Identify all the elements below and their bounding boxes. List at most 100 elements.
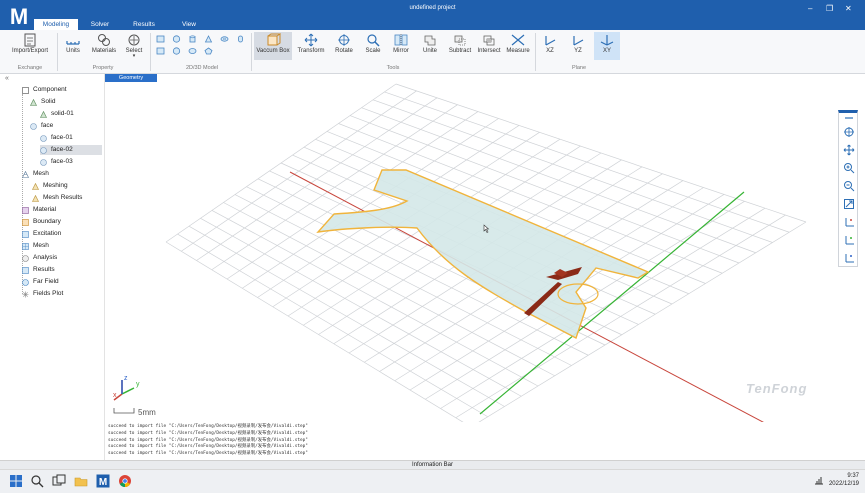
component-icon [22, 86, 29, 94]
close-icon[interactable]: ✕ [845, 4, 852, 14]
measure-button[interactable]: Measure [504, 32, 532, 60]
subtract-button[interactable]: Subtract [446, 32, 474, 60]
torus-shape-icon[interactable] [220, 35, 229, 43]
materials-button[interactable]: Materials [88, 32, 120, 60]
fit-view-icon[interactable] [843, 198, 855, 210]
group-tools-label: Tools [386, 65, 400, 71]
tree-item-mesh[interactable]: Mesh [22, 241, 49, 251]
tree-item-component[interactable]: Component [22, 85, 67, 95]
pan-icon[interactable] [843, 144, 855, 156]
tree-item-far-field[interactable]: Far Field [22, 277, 59, 287]
mirror-button[interactable]: Mirror [388, 32, 414, 60]
view-xz-icon[interactable] [843, 216, 855, 228]
tab-results[interactable]: Results [126, 19, 162, 30]
face-icon [40, 134, 47, 142]
tree-item-boundary[interactable]: Boundary [22, 217, 61, 227]
tree-label: Results [33, 266, 55, 273]
task-view-icon[interactable] [52, 474, 66, 488]
app-m-icon[interactable]: M [96, 474, 110, 488]
tree-label: Mesh Results [43, 194, 83, 201]
chrome-icon[interactable] [118, 474, 132, 488]
collapse-panel-icon[interactable]: « [5, 75, 9, 82]
solid-icon [40, 110, 47, 118]
tree-item-excitation[interactable]: Excitation [22, 229, 61, 239]
select-button[interactable]: Select ▾ [122, 32, 146, 60]
zoom-out-icon[interactable] [843, 180, 855, 192]
cone-shape-icon[interactable] [204, 35, 213, 43]
yz-axes-icon [573, 36, 584, 46]
capsule-shape-icon[interactable] [236, 35, 245, 43]
minimize-icon[interactable]: – [808, 4, 812, 14]
tree-item-solid-01[interactable]: solid-01 [40, 109, 74, 119]
far-field-icon [22, 278, 29, 286]
tree-label: face-01 [51, 134, 73, 141]
circle-shape-icon[interactable] [172, 47, 181, 55]
group-property-label: Property [92, 65, 114, 71]
scene-canvas[interactable]: x y z [106, 82, 856, 422]
rotate-view-icon[interactable] [843, 126, 855, 138]
ellipse-shape-icon[interactable] [188, 47, 197, 55]
scale-button[interactable]: Scale [360, 32, 386, 60]
tree-item-material[interactable]: Material [22, 205, 56, 215]
tab-view[interactable]: View [172, 19, 206, 30]
information-bar[interactable]: Information Bar [0, 460, 865, 469]
tab-geometry[interactable]: Geometry [105, 74, 157, 82]
svg-text:M: M [99, 477, 107, 488]
tree-item-face-01[interactable]: face-01 [40, 133, 102, 143]
tree-item-solid[interactable]: Solid [30, 97, 55, 107]
units-label: Units [66, 48, 80, 54]
rotate-button[interactable]: Rotate [330, 32, 358, 60]
plane-yz-button[interactable]: YZ [566, 32, 590, 60]
tree-item-analysis[interactable]: Analysis [22, 253, 57, 263]
transform-button[interactable]: Transform [294, 32, 328, 60]
tab-solver[interactable]: Solver [82, 19, 118, 30]
select-icon [128, 34, 140, 46]
import-export-button[interactable]: Import/Export [6, 32, 54, 60]
tree-item-mesh-group[interactable]: Mesh [22, 169, 49, 179]
tree-label: solid-01 [51, 110, 74, 117]
plane-xz-button[interactable]: XZ [538, 32, 562, 60]
unite-label: Unite [422, 48, 437, 54]
restore-icon[interactable]: ❐ [826, 4, 833, 14]
view-xy-icon[interactable] [843, 252, 855, 264]
file-explorer-icon[interactable] [74, 474, 88, 488]
intersect-button[interactable]: Intersect [474, 32, 504, 60]
tree-item-face-03[interactable]: face-03 [40, 157, 102, 167]
tree-item-meshing[interactable]: Meshing [32, 181, 68, 191]
tree-label: face-02 [51, 146, 73, 153]
system-clock[interactable]: 9:37 2022/12/19 [829, 472, 859, 488]
tree-label: Component [33, 86, 67, 93]
intersect-icon [483, 35, 495, 46]
plane-xy-label: XY [602, 48, 611, 54]
cylinder-shape-icon[interactable] [188, 35, 197, 43]
network-icon[interactable] [814, 475, 824, 485]
z-axis-label: z [124, 375, 128, 382]
windows-icon[interactable] [9, 474, 23, 488]
app-logo[interactable]: M [6, 4, 32, 30]
zoom-in-icon[interactable] [843, 162, 855, 174]
plane-xy-button[interactable]: XY [594, 32, 620, 60]
materials-icon [98, 34, 110, 46]
tree-item-face[interactable]: face [30, 121, 53, 131]
tree-item-mesh-results[interactable]: Mesh Results [32, 193, 82, 203]
menu-bar: Modeling Solver Results View [0, 18, 865, 30]
tree-item-results[interactable]: Results [22, 265, 55, 275]
rectangle-shape-icon[interactable] [156, 47, 165, 55]
unite-button[interactable]: Unite [416, 32, 444, 60]
3d-viewport[interactable]: x y z TenFong 5mm [106, 82, 856, 422]
vaccum-box-button[interactable]: Vaccum Box [254, 32, 292, 60]
sphere-shape-icon[interactable] [172, 35, 181, 43]
polygon-shape-icon[interactable] [204, 47, 213, 55]
tab-modeling[interactable]: Modeling [34, 19, 78, 30]
units-button[interactable]: Units [60, 32, 86, 60]
box-shape-icon[interactable] [156, 35, 165, 43]
search-icon[interactable] [30, 474, 44, 488]
grid-line [165, 241, 464, 422]
view-yz-icon[interactable] [843, 234, 855, 246]
subtract-label: Subtract [448, 48, 472, 54]
title-bar: undefined project – ❐ ✕ [0, 0, 865, 18]
tree-item-fields-plot[interactable]: Fields Plot [22, 289, 63, 299]
fields-plot-icon [22, 291, 29, 297]
tree-label: face-03 [51, 158, 73, 165]
tree-item-face-02[interactable]: face-02 [40, 145, 102, 155]
